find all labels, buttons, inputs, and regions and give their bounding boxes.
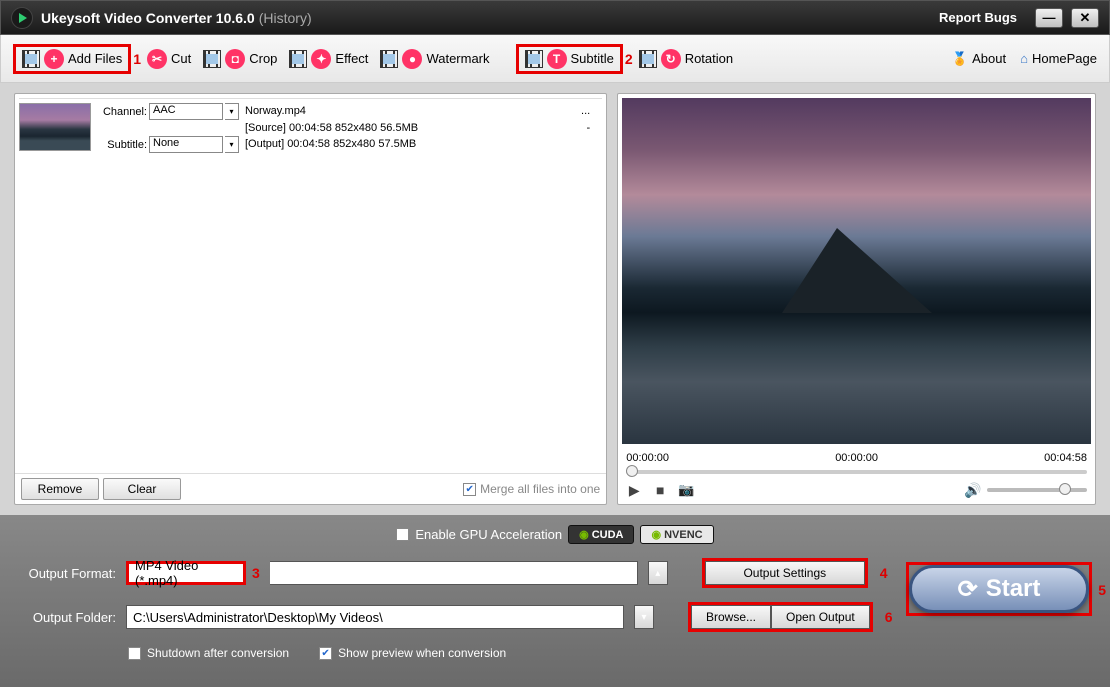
medal-icon: 🏅: [952, 51, 968, 67]
wand-icon: ✦: [311, 49, 331, 69]
checkbox-icon: ✔: [463, 483, 476, 496]
watermark-button[interactable]: ● Watermark: [374, 47, 495, 71]
film-icon: [289, 50, 307, 68]
annotation-1: 1: [133, 51, 141, 67]
film-icon: [22, 50, 40, 68]
remove-button[interactable]: Remove: [21, 478, 99, 500]
report-bugs-link[interactable]: Report Bugs: [939, 10, 1017, 25]
shutdown-checkbox[interactable]: Shutdown after conversion: [128, 646, 289, 660]
checkbox-icon: [128, 647, 141, 660]
refresh-icon: ⟳: [958, 575, 978, 604]
output-folder-input[interactable]: C:\Users\Administrator\Desktop\My Videos…: [126, 605, 624, 629]
file-name: Norway.mp4: [245, 103, 306, 120]
crop-icon: ◘: [225, 49, 245, 69]
folder-dropdown-button[interactable]: ▾: [634, 605, 654, 629]
time-total: 00:04:58: [1044, 452, 1087, 464]
titlebar: Ukeysoft Video Converter 10.6.0 (History…: [0, 0, 1110, 35]
chevron-down-icon[interactable]: ▾: [225, 103, 239, 120]
subtitle-label: Subtitle:: [97, 139, 147, 151]
volume-slider[interactable]: [987, 488, 1087, 492]
add-files-button[interactable]: + Add Files: [13, 44, 131, 74]
volume-icon[interactable]: 🔊: [965, 482, 981, 498]
history-link[interactable]: (History): [259, 10, 312, 26]
snapshot-button[interactable]: 📷: [678, 482, 694, 498]
video-preview[interactable]: [622, 98, 1091, 444]
crop-button[interactable]: ◘ Crop: [197, 47, 283, 71]
plus-icon: +: [44, 49, 64, 69]
channel-select[interactable]: AAC: [149, 103, 223, 120]
text-icon: T: [547, 49, 567, 69]
close-button[interactable]: ✕: [1071, 8, 1099, 28]
film-icon: [639, 50, 657, 68]
film-icon: [525, 50, 543, 68]
effect-button[interactable]: ✦ Effect: [283, 47, 374, 71]
subtitle-button[interactable]: T Subtitle: [516, 44, 623, 74]
annotation-2: 2: [625, 51, 633, 67]
open-output-button[interactable]: Open Output: [771, 605, 870, 629]
annotation-5: 5: [1098, 582, 1106, 598]
rotate-icon: ↻: [661, 49, 681, 69]
source-info: [Source] 00:04:58 852x480 56.5MB: [245, 120, 418, 137]
output-panel: Enable GPU Acceleration ◉CUDA ◉NVENC Out…: [0, 515, 1110, 687]
file-row[interactable]: Channel: AAC ▾ Subtitle: None ▾ Norway.m…: [19, 98, 602, 157]
scissors-icon: ✂: [147, 49, 167, 69]
clear-button[interactable]: Clear: [103, 478, 181, 500]
output-settings-button[interactable]: Output Settings: [705, 561, 865, 585]
homepage-link[interactable]: ⌂ HomePage: [1020, 51, 1097, 66]
dash: -: [587, 120, 603, 137]
app-logo-icon: [11, 7, 33, 29]
output-folder-label: Output Folder:: [18, 610, 116, 625]
subtitle-select[interactable]: None: [149, 136, 223, 153]
film-icon: [203, 50, 221, 68]
channel-label: Channel:: [97, 106, 147, 118]
start-button[interactable]: ⟳ Start: [909, 565, 1089, 613]
add-files-label: Add Files: [68, 51, 122, 66]
video-thumbnail: [19, 103, 91, 151]
about-link[interactable]: 🏅 About: [952, 51, 1006, 67]
nvenc-badge: ◉NVENC: [640, 525, 713, 544]
chevron-down-icon[interactable]: ▾: [225, 136, 239, 153]
minimize-button[interactable]: —: [1035, 8, 1063, 28]
annotation-4: 4: [880, 565, 888, 581]
stop-button[interactable]: ■: [652, 482, 668, 498]
cut-button[interactable]: ✂ Cut: [141, 47, 197, 71]
gpu-checkbox[interactable]: [396, 528, 409, 541]
checkbox-icon: ✔: [319, 647, 332, 660]
time-current: 00:00:00: [626, 452, 669, 464]
film-icon: [380, 50, 398, 68]
browse-button[interactable]: Browse...: [691, 605, 771, 629]
time-mid: 00:00:00: [835, 452, 878, 464]
app-title: Ukeysoft Video Converter 10.6.0: [41, 10, 255, 26]
output-format-label: Output Format:: [18, 566, 116, 581]
rotation-button[interactable]: ↻ Rotation: [633, 47, 739, 71]
seek-slider[interactable]: [626, 470, 1087, 474]
annotation-6: 6: [885, 609, 893, 625]
gpu-label: Enable GPU Acceleration: [415, 527, 562, 542]
file-list-panel: Channel: AAC ▾ Subtitle: None ▾ Norway.m…: [14, 93, 607, 505]
output-info: [Output] 00:04:58 852x480 57.5MB: [245, 136, 602, 153]
drop-icon: ●: [402, 49, 422, 69]
home-icon: ⌂: [1020, 51, 1028, 66]
cuda-badge: ◉CUDA: [568, 525, 634, 544]
preview-panel: 00:00:00 00:00:00 00:04:58 ▶ ■ 📷 🔊: [617, 93, 1096, 505]
toolbar: + Add Files 1 ✂ Cut ◘ Crop ✦ Effect ● Wa…: [0, 35, 1110, 83]
output-format-select[interactable]: MP4 Video (*.mp4): [126, 561, 246, 585]
show-preview-checkbox[interactable]: ✔ Show preview when conversion: [319, 646, 506, 660]
merge-checkbox[interactable]: ✔ Merge all files into one: [463, 482, 600, 496]
annotation-3: 3: [252, 565, 260, 581]
play-button[interactable]: ▶: [626, 482, 642, 498]
file-options-button[interactable]: ...: [581, 103, 602, 120]
format-dropdown-button[interactable]: ▴: [648, 561, 668, 585]
